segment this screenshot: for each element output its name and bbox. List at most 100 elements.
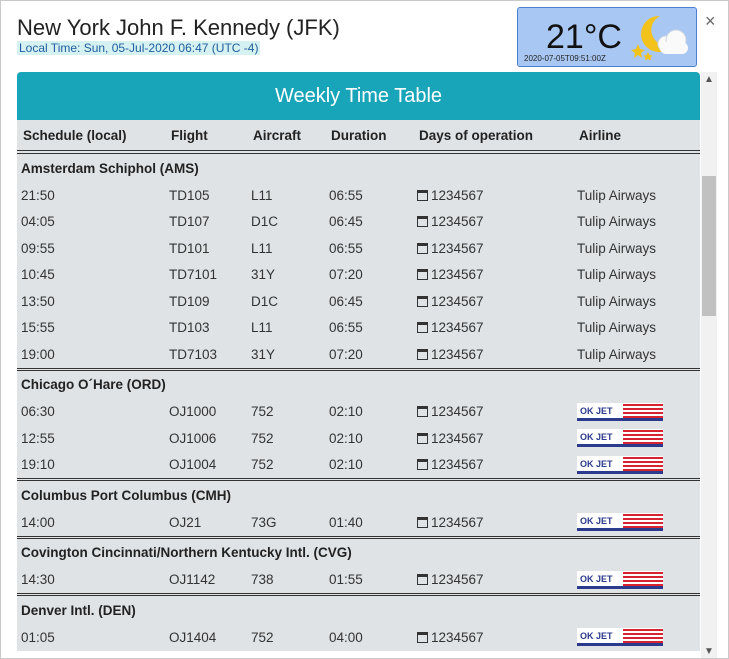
table-row[interactable]: 15:55 TD103 L11 06:55 1234567 Tulip Airways — [17, 315, 700, 342]
scrollbar[interactable]: ▲ ▼ — [701, 72, 717, 658]
flight-number: TD103 — [169, 320, 210, 336]
okjet-logo-text: OK JET — [580, 631, 613, 641]
table-row[interactable]: 14:30 OJ1142 738 01:55 1234567 OK JET — [17, 567, 700, 595]
okjet-logo: OK JET — [577, 429, 663, 448]
flight-duration: 07:20 — [329, 267, 363, 283]
okjet-logo: OK JET — [577, 402, 663, 421]
table-row[interactable]: 21:50 TD105 L11 06:55 1234567 Tulip Airways — [17, 182, 700, 209]
days-of-operation: 1234567 — [413, 262, 573, 289]
airline: Tulip Airways — [577, 346, 657, 362]
close-icon[interactable]: × — [705, 11, 716, 32]
aircraft-type: 31Y — [251, 267, 276, 283]
flight-duration: 04:00 — [329, 629, 363, 645]
weather-timestamp: 2020-07-05T09:51:00Z — [524, 54, 606, 63]
table-row[interactable]: 09:55 TD101 L11 06:55 1234567 Tulip Airways — [17, 235, 700, 262]
days-of-operation: 1234567 — [413, 624, 573, 651]
days-value: 1234567 — [431, 240, 484, 256]
days-value: 1234567 — [431, 572, 484, 588]
departure-time: 14:00 — [21, 514, 55, 530]
calendar-icon — [417, 459, 428, 471]
aircraft-type: 73G — [251, 514, 277, 530]
okjet-logo: OK JET — [577, 570, 663, 589]
table-row[interactable]: 19:10 OJ1004 752 02:10 1234567 OK JET — [17, 452, 700, 480]
okjet-logo: OK JET — [577, 628, 663, 647]
days-of-operation: 1234567 — [413, 567, 573, 595]
days-of-operation: 1234567 — [413, 399, 573, 426]
airline: OK JET — [573, 452, 700, 480]
timetable-banner: Weekly Time Table — [17, 72, 700, 120]
flight-number: OJ1004 — [169, 457, 217, 473]
weather-widget: 21°C 2020-07-05T09:51:00Z — [517, 7, 697, 67]
table-row[interactable]: 14:00 OJ21 73G 01:40 1234567 OK JET — [17, 509, 700, 537]
aircraft-type: 752 — [251, 404, 274, 420]
aircraft-type: D1C — [251, 214, 279, 230]
departure-time: 19:00 — [21, 346, 55, 362]
airline: Tulip Airways — [577, 187, 657, 203]
flight-number: OJ1404 — [169, 629, 217, 645]
scroll-up-icon[interactable]: ▲ — [704, 74, 714, 85]
okjet-logo-text: OK JET — [580, 516, 613, 526]
days-value: 1234567 — [431, 457, 484, 473]
airline: Tulip Airways — [577, 320, 657, 336]
calendar-icon — [417, 432, 428, 444]
flight-number: OJ1142 — [169, 572, 216, 588]
airline: Tulip Airways — [577, 267, 657, 283]
destination-name: Amsterdam Schiphol (AMS) — [21, 160, 199, 176]
table-row[interactable]: 13:50 TD109 D1C 06:45 1234567 Tulip Airways — [17, 288, 700, 315]
destination-group: Denver Intl. (DEN) — [17, 593, 700, 624]
timetable-panel[interactable]: Weekly Time Table Schedule (local) Fligh… — [17, 72, 700, 658]
calendar-icon — [417, 269, 428, 281]
destination-group: Chicago O´Hare (ORD) — [17, 367, 700, 399]
days-of-operation: 1234567 — [413, 452, 573, 480]
flight-number: TD7101 — [169, 267, 218, 283]
calendar-icon — [417, 631, 428, 643]
calendar-icon — [417, 348, 428, 360]
departure-time: 21:50 — [21, 187, 55, 203]
days-of-operation: 1234567 — [413, 235, 573, 262]
aircraft-type: L11 — [251, 320, 273, 336]
table-header: Schedule (local) Flight Aircraft Duratio… — [17, 120, 700, 154]
flight-duration: 02:10 — [329, 457, 363, 473]
destination-name: Columbus Port Columbus (CMH) — [17, 478, 700, 509]
days-value: 1234567 — [431, 404, 484, 420]
airline: OK JET — [573, 567, 700, 595]
airline: Tulip Airways — [577, 293, 657, 309]
table-row[interactable]: 01:05 OJ1404 752 04:00 1234567 OK JET — [17, 624, 700, 651]
table-row[interactable]: 06:30 OJ1000 752 02:10 1234567 OK JET — [17, 399, 700, 426]
aircraft-type: D1C — [251, 293, 279, 309]
days-of-operation: 1234567 — [413, 425, 573, 452]
departure-time: 01:05 — [21, 629, 55, 645]
table-row[interactable]: 04:05 TD107 D1C 06:45 1234567 Tulip Airways — [17, 209, 700, 236]
okjet-logo-text: OK JET — [580, 459, 613, 469]
departure-time: 14:30 — [21, 572, 55, 588]
departure-time: 06:30 — [21, 404, 55, 420]
flight-number: OJ1000 — [169, 404, 217, 420]
flight-number: OJ21 — [169, 514, 202, 530]
table-row[interactable]: 12:55 OJ1006 752 02:10 1234567 OK JET — [17, 425, 700, 452]
table-row[interactable]: 19:00 TD7103 31Y 07:20 1234567 Tulip Airways — [17, 341, 700, 369]
days-value: 1234567 — [431, 267, 484, 283]
scroll-down-icon[interactable]: ▼ — [704, 646, 714, 657]
flight-number: TD101 — [169, 240, 210, 256]
calendar-icon — [417, 216, 428, 228]
destination-group: Covington Cincinnati/Northern Kentucky I… — [17, 535, 700, 567]
aircraft-type: L11 — [251, 187, 273, 203]
days-value: 1234567 — [431, 514, 484, 530]
destination-name: Chicago O´Hare (ORD) — [17, 367, 700, 399]
calendar-icon — [417, 406, 428, 418]
col-schedule: Schedule (local) — [17, 120, 165, 154]
aircraft-type: 738 — [251, 572, 274, 588]
calendar-icon — [417, 242, 428, 254]
table-row[interactable]: 10:45 TD7101 31Y 07:20 1234567 Tulip Airways — [17, 262, 700, 289]
days-of-operation: 1234567 — [413, 182, 573, 209]
aircraft-type: L11 — [251, 240, 273, 256]
flight-number: TD105 — [169, 187, 210, 203]
days-value: 1234567 — [431, 430, 484, 446]
days-value: 1234567 — [431, 320, 484, 336]
departure-time: 12:55 — [21, 430, 55, 446]
scroll-thumb[interactable] — [702, 176, 716, 316]
flight-duration: 06:55 — [329, 187, 363, 203]
col-flight: Flight — [165, 120, 247, 154]
days-value: 1234567 — [431, 214, 484, 230]
airline: OK JET — [573, 624, 700, 651]
